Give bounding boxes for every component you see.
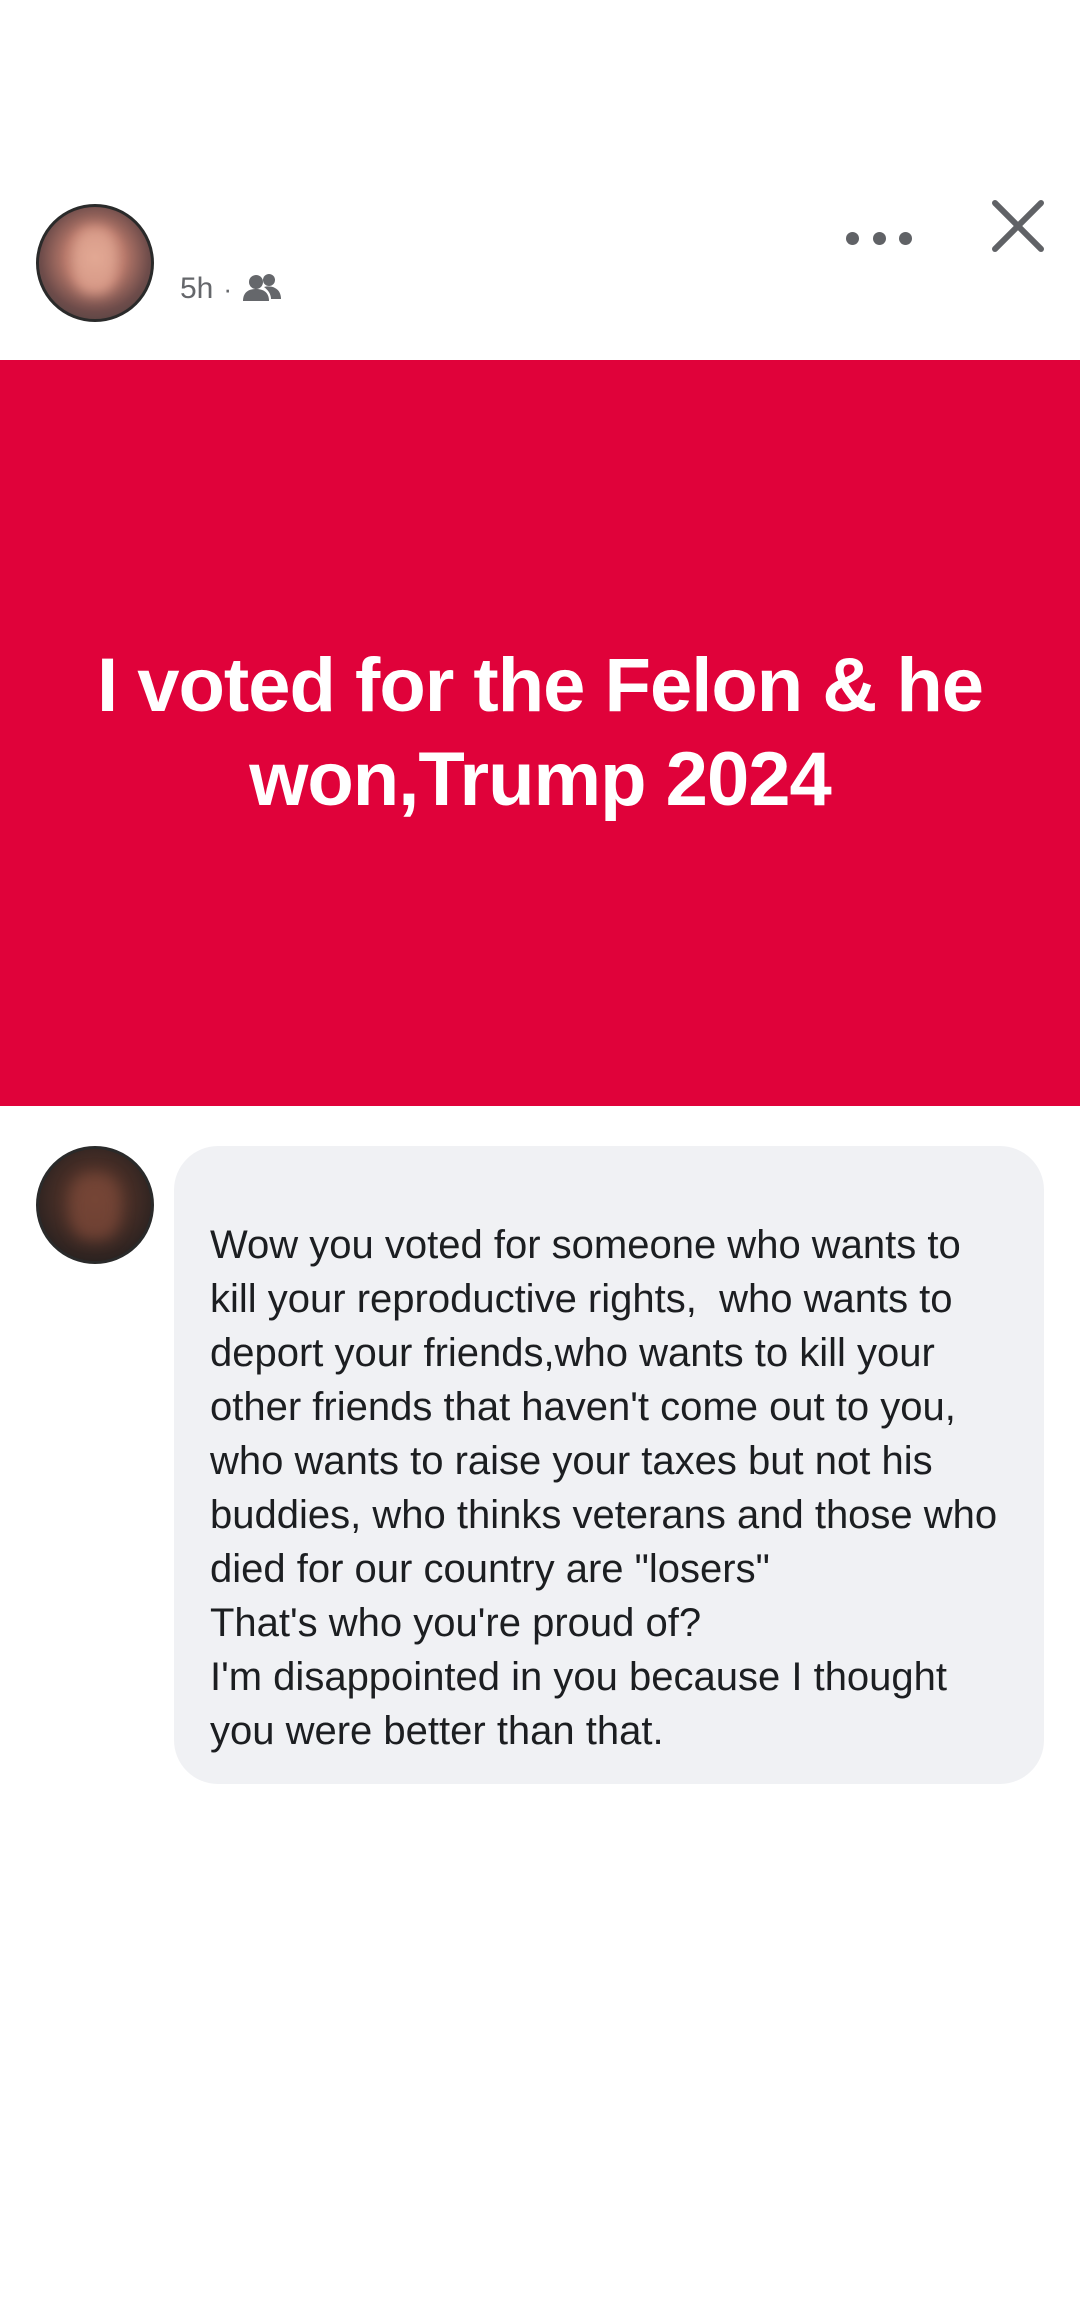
close-button[interactable]	[990, 198, 1046, 254]
commenter-avatar[interactable]	[36, 1146, 154, 1264]
banner-text: I voted for the Felon & he won,Trump 202…	[96, 643, 984, 822]
more-dot	[899, 231, 912, 245]
post-meta: 5h ·	[180, 272, 282, 306]
meta-separator: ·	[223, 273, 233, 304]
more-options-button[interactable]	[846, 218, 912, 258]
more-dot	[872, 231, 886, 245]
comment-text: Wow you voted for someone who wants to k…	[210, 1223, 998, 1753]
post-header: 5h ·	[0, 190, 1080, 340]
more-dot	[846, 231, 859, 245]
post-view: 5h · I voted for the Felon & he won,Trum…	[0, 0, 1080, 2312]
post-banner: I voted for the Felon & he won,Trump 202…	[0, 360, 1080, 1106]
friends-icon[interactable]	[242, 273, 282, 305]
close-icon	[992, 200, 1044, 252]
poster-avatar[interactable]	[36, 204, 154, 322]
comment-bubble[interactable]: Wow you voted for someone who wants to k…	[174, 1146, 1044, 1784]
post-time: 5h	[180, 272, 214, 305]
